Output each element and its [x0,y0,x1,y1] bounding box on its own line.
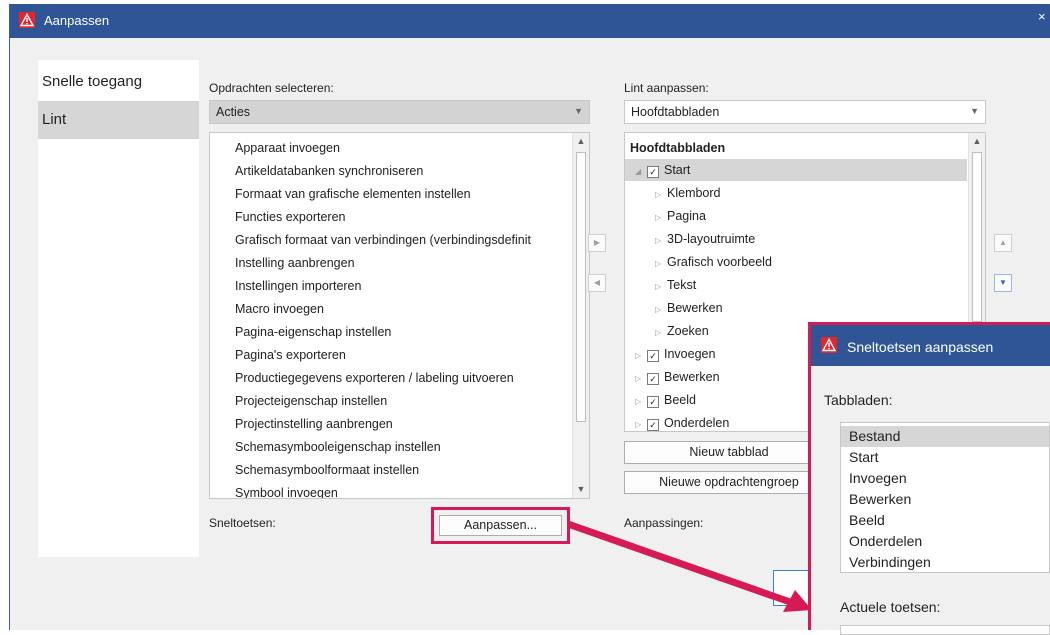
list-item[interactable]: Verbindingen [849,552,931,572]
popup-title-bar: Sneltoetsen aanpassen [811,325,1050,366]
current-keys-label: Actuele toetsen: [840,599,941,615]
current-keys-list[interactable] [840,625,1050,635]
list-item[interactable]: Bestand [849,426,900,447]
list-item[interactable]: Invoegen [849,468,907,489]
popup-title: Sneltoetsen aanpassen [847,339,994,355]
list-item[interactable]: Beeld [849,510,885,531]
tabs-label: Tabbladen: [824,392,893,408]
warning-triangle-icon [821,337,837,353]
list-item[interactable]: Start [849,447,879,468]
tabs-list[interactable]: Bestand Start Invoegen Bewerken Beeld On… [840,422,1050,573]
list-item[interactable]: Bewerken [849,489,911,510]
shortcuts-dialog: Sneltoetsen aanpassen Tabbladen: Bestand… [808,322,1050,635]
list-item[interactable]: Onderdelen [849,531,922,552]
arrow-line [566,520,792,606]
